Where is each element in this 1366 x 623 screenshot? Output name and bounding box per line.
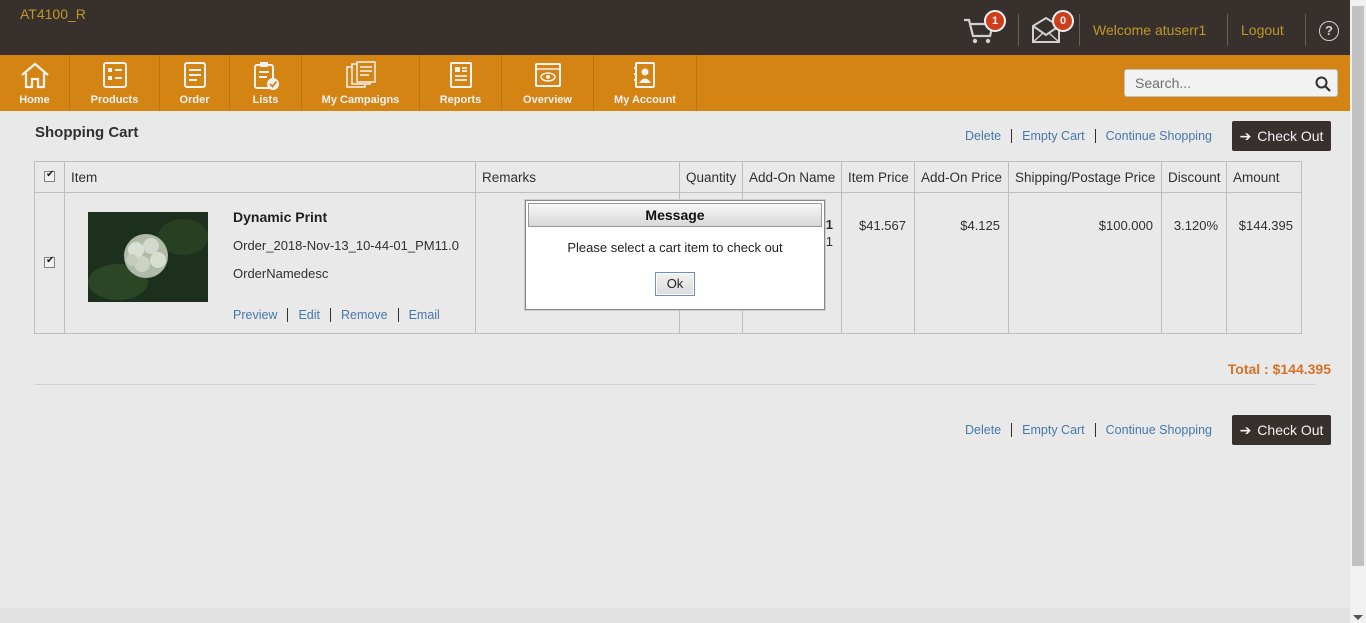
vertical-scrollbar[interactable]	[1350, 0, 1366, 623]
message-dialog: Message Please select a cart item to che…	[525, 200, 825, 310]
modal-overlay	[0, 0, 1350, 623]
ok-button[interactable]: Ok	[655, 272, 695, 296]
scroll-down-arrow-icon[interactable]	[1353, 615, 1363, 620]
dialog-title: Message	[528, 203, 822, 227]
dialog-message: Please select a cart item to check out	[567, 240, 783, 255]
scrollbar-thumb[interactable]	[1352, 6, 1364, 566]
